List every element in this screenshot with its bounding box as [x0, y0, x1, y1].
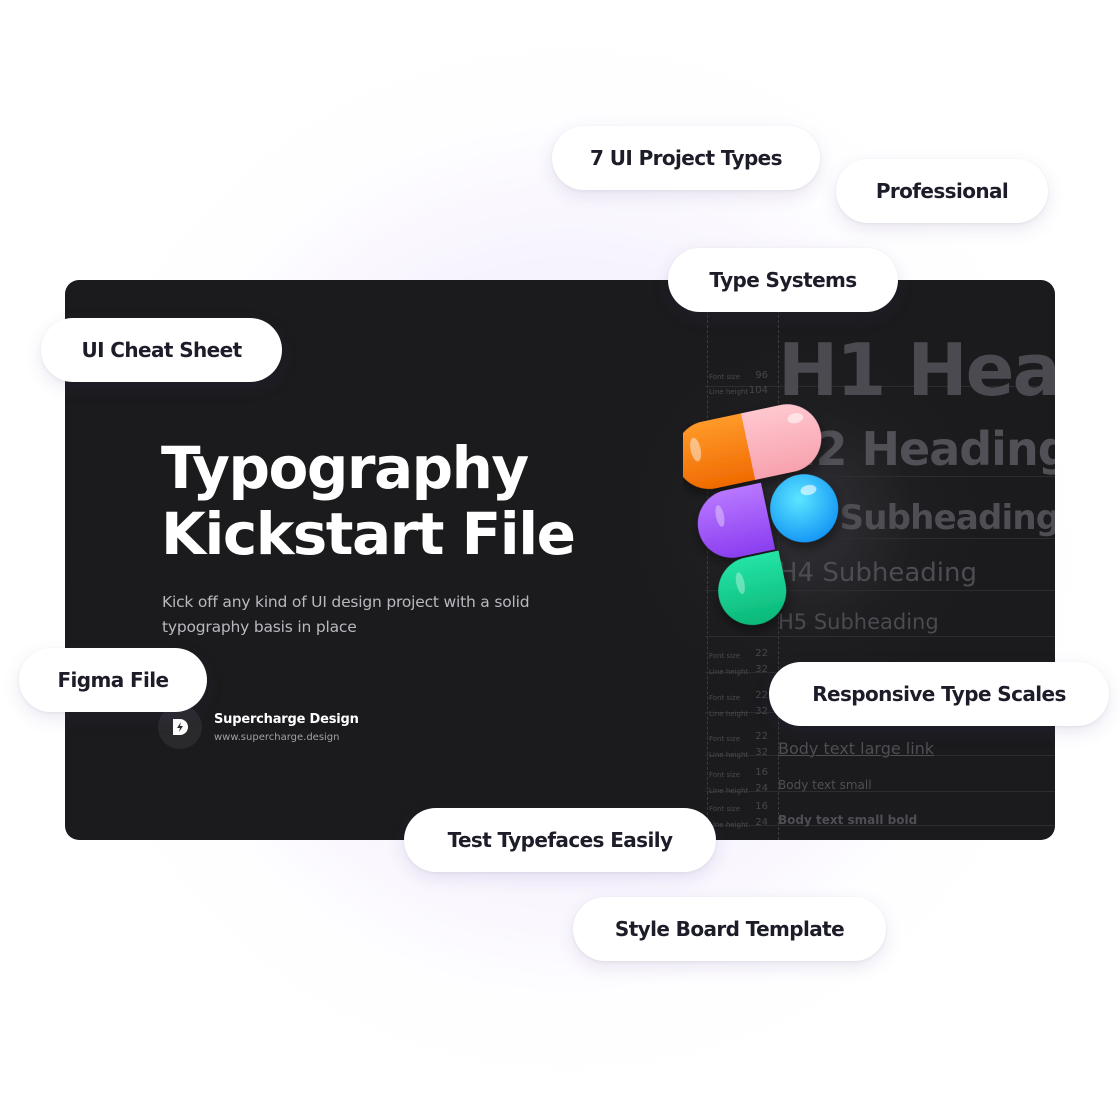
pill-project-types: 7 UI Project Types: [552, 126, 820, 190]
line-height-value: 24: [755, 817, 768, 828]
font-size-value: 22: [755, 731, 768, 742]
font-size-label: Font size: [709, 652, 741, 660]
sample-body-small-bold: Body text small bold: [778, 813, 918, 827]
font-size-label: Font size: [709, 771, 741, 779]
pill-figma-file: Figma File: [19, 648, 207, 712]
brand-name: Supercharge Design: [214, 711, 359, 727]
line-height-value: 32: [755, 747, 768, 758]
font-size-value: 22: [755, 690, 768, 701]
figma-blue-segment: [770, 474, 839, 543]
font-size-label: Font size: [709, 805, 741, 813]
baseline: [705, 636, 1055, 637]
sample-body-large-link: Body text large link: [778, 739, 935, 758]
pill-style-board: Style Board Template: [573, 897, 886, 961]
pill-label: Type Systems: [709, 268, 857, 292]
font-size-label: Font size: [709, 694, 741, 702]
pill-cheat-sheet: UI Cheat Sheet: [41, 318, 282, 382]
font-size-value: 96: [755, 370, 768, 381]
pill-label: Figma File: [57, 668, 169, 692]
font-size-value: 16: [755, 767, 768, 778]
hero-title: Typography Kickstart File: [161, 434, 576, 568]
brand-url[interactable]: www.supercharge.design: [214, 732, 359, 743]
hero-subtitle: Kick off any kind of UI design project w…: [162, 593, 530, 636]
font-size-label: Font size: [709, 373, 741, 381]
figma-pink-segment: [741, 404, 822, 480]
pill-type-systems: Type Systems: [668, 248, 898, 312]
pill-responsive-type-scales: Responsive Type Scales: [769, 662, 1109, 726]
title-line-2: Kickstart File: [161, 500, 576, 568]
pill-label: UI Cheat Sheet: [81, 338, 242, 362]
pill-label: Professional: [875, 179, 1009, 203]
pill-label: Responsive Type Scales: [812, 682, 1066, 706]
brand: Supercharge Design www.supercharge.desig…: [158, 705, 359, 749]
pill-label: Style Board Template: [614, 917, 845, 941]
pill-professional: Professional: [836, 159, 1048, 223]
line-height-value: 32: [755, 664, 768, 675]
title-line-1: Typography: [161, 434, 529, 502]
font-size-value: 22: [755, 648, 768, 659]
pill-test-typefaces: Test Typefaces Easily: [404, 808, 716, 872]
figma-green-segment: [718, 550, 787, 625]
line-height-value: 104: [748, 385, 768, 396]
figma-purple-segment: [697, 482, 776, 558]
sample-body-small: Body text small: [778, 778, 872, 792]
pill-label: Test Typefaces Easily: [447, 828, 673, 852]
figma-logo-icon: [683, 404, 839, 625]
font-size-label: Font size: [709, 735, 741, 743]
font-size-value: 16: [755, 801, 768, 812]
line-height-value: 24: [755, 783, 768, 794]
line-height-value: 32: [755, 706, 768, 717]
pill-label: 7 UI Project Types: [590, 146, 782, 170]
